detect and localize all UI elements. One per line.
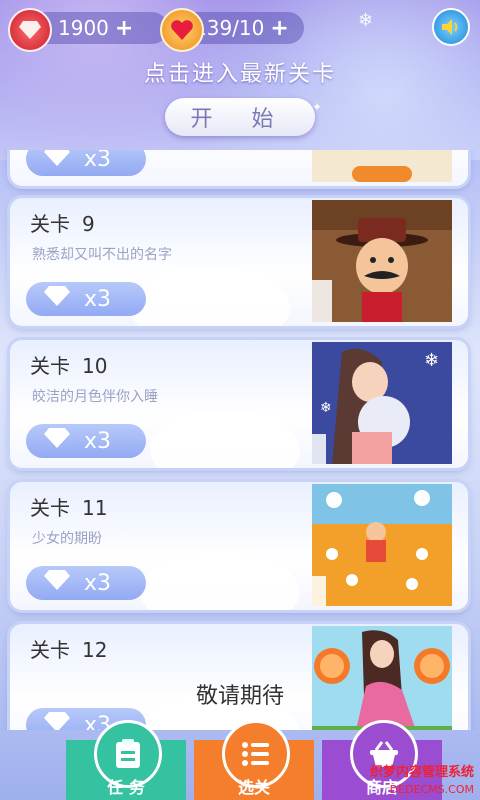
level-label: 关卡 bbox=[30, 496, 70, 520]
diamond-icon bbox=[44, 712, 70, 730]
gem-count: 1900 bbox=[58, 16, 109, 40]
diamond-icon bbox=[44, 150, 70, 172]
watermark-url: DEDECMS.COM bbox=[389, 783, 474, 796]
diamond-icon bbox=[44, 428, 70, 454]
cloud-decoration bbox=[150, 410, 300, 468]
level-label: 关卡 bbox=[30, 638, 70, 662]
top-header: 1900 + 139/10 + 点击进入最新关卡 开 始 ❄ ✦ bbox=[0, 0, 480, 160]
reward-count: x3 bbox=[84, 150, 112, 172]
level-label: 关卡 bbox=[30, 354, 70, 378]
level-number: 9 bbox=[82, 212, 95, 236]
level-card-11[interactable]: 关卡 11 少女的期盼 x3 bbox=[10, 482, 468, 610]
snowflake-icon: ✦ bbox=[312, 100, 323, 114]
add-gems-icon[interactable]: + bbox=[115, 16, 133, 41]
level-artwork-flower-girl bbox=[312, 484, 452, 606]
level-title: 关卡 10 bbox=[30, 350, 107, 379]
level-artwork bbox=[312, 150, 452, 182]
level-description: 皎洁的月色伴你入睡 bbox=[32, 389, 158, 405]
reward-pill: x3 bbox=[26, 150, 146, 176]
reward-pill: x3 bbox=[26, 424, 146, 458]
gem-icon bbox=[8, 8, 52, 52]
heart-icon bbox=[160, 8, 204, 52]
tab-label: 选关 bbox=[237, 778, 270, 797]
level-title: 关卡 12 bbox=[30, 634, 107, 663]
level-card-10[interactable]: 关卡 10 皎洁的月色伴你入睡 x3 ❄ ❄ bbox=[10, 340, 468, 468]
reward-count: x3 bbox=[84, 286, 112, 312]
start-button[interactable]: 开 始 bbox=[165, 98, 315, 136]
snowflake-icon: ❄ bbox=[358, 10, 374, 31]
level-artwork-moon-girl: ❄ ❄ bbox=[312, 342, 452, 464]
hint-text: 点击进入最新关卡 bbox=[143, 62, 336, 87]
level-title: 关卡 11 bbox=[30, 492, 107, 521]
reward-count: x3 bbox=[84, 428, 112, 454]
bottom-tab-bar: 任 务 选关 商店 织梦内容管理系统 DEDECMS.COM bbox=[0, 720, 480, 800]
heart-count: 139/10 bbox=[194, 16, 265, 40]
diamond-icon bbox=[44, 570, 70, 596]
level-card-partial[interactable]: x3 bbox=[10, 150, 468, 186]
tab-tasks[interactable]: 任 务 bbox=[66, 720, 186, 800]
svg-text:❄: ❄ bbox=[424, 350, 439, 371]
level-label: 关卡 bbox=[30, 212, 70, 236]
level-list[interactable]: x3 关卡 9 熟悉却又叫不出的名字 x3 关卡 10 皎洁的月色伴你入睡 x3… bbox=[0, 150, 480, 730]
svg-text:❄: ❄ bbox=[320, 400, 332, 416]
level-card-9[interactable]: 关卡 9 熟悉却又叫不出的名字 x3 bbox=[10, 198, 468, 326]
coming-soon-text: 敬请期待 bbox=[195, 684, 284, 709]
reward-pill: x3 bbox=[26, 282, 146, 316]
level-title: 关卡 9 bbox=[30, 208, 95, 237]
reward-count: x3 bbox=[84, 570, 112, 596]
tab-label: 任 务 bbox=[107, 778, 145, 797]
level-description: 熟悉却又叫不出的名字 bbox=[32, 247, 172, 263]
level-description: 少女的期盼 bbox=[32, 531, 102, 547]
cloud-decoration bbox=[130, 268, 290, 326]
level-number: 12 bbox=[82, 638, 108, 662]
tab-level-select[interactable]: 选关 bbox=[194, 720, 314, 800]
diamond-icon bbox=[44, 286, 70, 312]
sound-icon[interactable] bbox=[432, 8, 470, 46]
level-number: 11 bbox=[82, 496, 108, 520]
watermark-text: 织梦内容管理系统 bbox=[369, 765, 474, 780]
reward-pill: x3 bbox=[26, 566, 146, 600]
level-artwork-mustache-man bbox=[312, 200, 452, 322]
add-hearts-icon[interactable]: + bbox=[270, 16, 288, 41]
level-card-12[interactable]: 关卡 12 x3 bbox=[10, 624, 468, 730]
cloud-decoration bbox=[140, 552, 300, 610]
level-number: 10 bbox=[82, 354, 108, 378]
